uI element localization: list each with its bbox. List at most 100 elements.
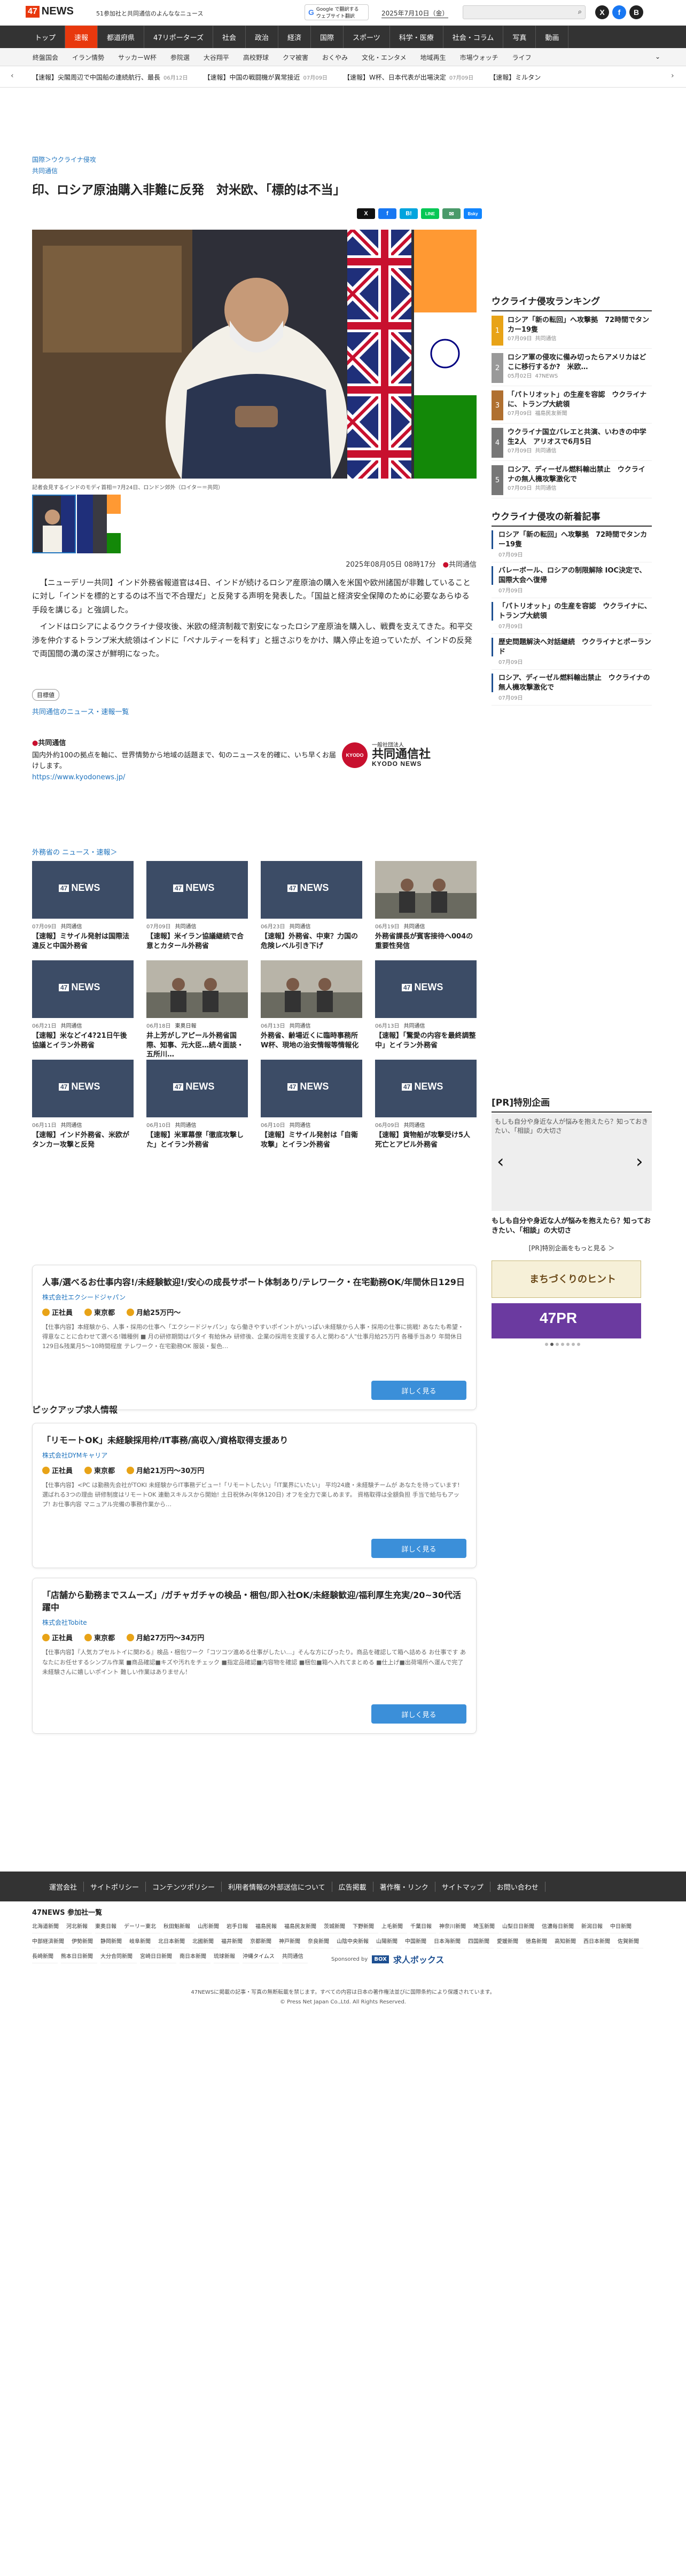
ranking-item[interactable]: 4 ウクライナ国立バレエと共演、いわきの中学生2人 アリオスで6月5日 07月09日… <box>492 424 652 461</box>
subnav-item-0[interactable]: 終盤国会 <box>26 48 65 66</box>
ticker-item[interactable]: 【速報】尖閣周辺で中国船の連続航行、最長 06月12日 <box>32 73 188 82</box>
hatena-icon[interactable]: B <box>629 5 643 19</box>
member-link[interactable]: 共同通信 <box>282 1948 308 1963</box>
subnav-item-1[interactable]: イラン情勢 <box>65 48 111 66</box>
facebook-icon[interactable]: f <box>612 5 626 19</box>
member-link[interactable]: 北國新聞 <box>192 1933 218 1948</box>
chevron-right-icon[interactable]: › <box>636 1151 643 1172</box>
member-link[interactable]: 沖縄タイムス <box>243 1948 279 1963</box>
job-detail-button[interactable]: 詳しく見る <box>371 1381 466 1400</box>
card-thumbnail[interactable] <box>375 861 477 919</box>
footer-link-2[interactable]: コンテンツポリシー <box>146 1881 222 1892</box>
member-link[interactable]: 高知新聞 <box>555 1933 580 1948</box>
article-source[interactable]: 共同通信 <box>32 166 477 175</box>
nav-item-3[interactable]: 47リポーターズ <box>144 26 213 48</box>
photo-thumbnail-1[interactable] <box>32 495 76 553</box>
job-company[interactable]: 株式会社Tobite <box>42 1618 466 1627</box>
nav-item-6[interactable]: 経済 <box>278 26 311 48</box>
card-thumbnail[interactable] <box>261 960 362 1018</box>
member-link[interactable]: 西日本新聞 <box>583 1933 614 1948</box>
search-icon[interactable]: ⌕ <box>578 8 582 16</box>
banner-47pr[interactable]: 47PR <box>492 1303 641 1338</box>
footer-link-0[interactable]: 運営会社 <box>43 1881 84 1892</box>
related-card[interactable]: 06月13日 共同通信 外務省、齢場近くに臨時事務所 W杯、現地の治安情報等情報化 <box>261 960 362 1050</box>
photo-thumbnail-2[interactable] <box>77 495 121 553</box>
related-card[interactable]: 47 NEWS 06月11日 共同通信 【速報】インド外務省、米欧がタンカー攻撃と反発 <box>32 1060 134 1149</box>
member-link[interactable]: 伊勢新聞 <box>72 1933 97 1948</box>
share-bluesky-icon[interactable]: Bsky <box>464 208 482 219</box>
footer-link-5[interactable]: 著作権・リンク <box>373 1881 435 1892</box>
nav-item-10[interactable]: 社会・コラム <box>443 26 504 48</box>
member-link[interactable]: 日本海新聞 <box>434 1933 465 1948</box>
ranking-item[interactable]: 3 「パトリオット」の生産を容認 ウクライナに、トランプ大統領 07月09日 福島民友… <box>492 386 652 424</box>
card-thumbnail[interactable]: 47 NEWS <box>261 1060 362 1117</box>
kyodo-news-list-link[interactable]: 共同通信のニュース・速報一覧 <box>32 706 129 716</box>
related-card[interactable]: 47 NEWS 06月10日 共同通信 【速報】米軍幕僚「徹底攻撃した」とイラン外務省 <box>146 1060 248 1149</box>
subnav-item-5[interactable]: 高校野球 <box>236 48 276 66</box>
member-link[interactable]: 北日本新聞 <box>158 1933 189 1948</box>
chevron-left-icon[interactable]: ‹ <box>11 72 14 80</box>
kyodo-url-link[interactable]: https://www.kyodonews.jp/ <box>32 773 477 781</box>
card-thumbnail[interactable] <box>146 960 248 1018</box>
nav-item-2[interactable]: 都道府県 <box>98 26 145 48</box>
share-facebook-icon[interactable]: f <box>378 208 396 219</box>
share-x-icon[interactable]: X <box>357 208 375 219</box>
card-thumbnail[interactable]: 47 NEWS <box>32 861 134 919</box>
member-link[interactable]: 中部経済新聞 <box>32 1933 68 1948</box>
member-link[interactable]: 東奥日報 <box>95 1919 121 1933</box>
related-card[interactable]: 47 NEWS 07月09日 共同通信 【速報】米イラン協議継続で合意とカタール外務省 <box>146 861 248 951</box>
job-detail-button[interactable]: 詳しく見る <box>371 1539 466 1558</box>
card-thumbnail[interactable]: 47 NEWS <box>146 861 248 919</box>
nav-item-7[interactable]: 国際 <box>311 26 344 48</box>
kyodo-logo[interactable]: KYODO 一般社団法人 共同通信社 KYODO NEWS <box>342 742 431 768</box>
subnav-item-8[interactable]: 文化・エンタメ <box>355 48 414 66</box>
job-detail-button[interactable]: 詳しく見る <box>371 1704 466 1724</box>
member-link[interactable]: 岐阜新聞 <box>129 1933 155 1948</box>
ticker-item[interactable]: 【速報】W杯、日本代表が出場決定 07月09日 <box>344 73 473 82</box>
latest-item[interactable]: ロシア、ディーゼル燃料輸出禁止 ウクライナの無人機攻撃激化で 07月09日 <box>492 670 652 706</box>
footer-link-6[interactable]: サイトマップ <box>435 1881 490 1892</box>
related-card[interactable]: 06月19日 共同通信 外務省課長が賓客接待へ004の重要性発信 <box>375 861 477 951</box>
google-translate-button[interactable]: G Google で翻訳する ウェブサイト翻訳 <box>305 4 369 20</box>
member-link[interactable]: 岩手日報 <box>227 1919 252 1933</box>
member-link[interactable]: 北海道新聞 <box>32 1919 63 1933</box>
footer-link-7[interactable]: お問い合わせ <box>490 1881 545 1892</box>
nav-item-5[interactable]: 政治 <box>246 26 278 48</box>
member-link[interactable]: 千葉日報 <box>410 1919 436 1933</box>
related-card[interactable]: 47 NEWS 06月13日 共同通信 【速報】「驚愛の内容を最終調整中」とイラン外務省 <box>375 960 477 1050</box>
member-link[interactable]: 神戸新聞 <box>279 1933 305 1948</box>
article-tag[interactable]: 目標値 <box>32 689 59 701</box>
share-hatena-icon[interactable]: B! <box>400 208 418 219</box>
ranking-item[interactable]: 1 ロシア「新の転回」へ攻撃拠 72時間でタンカー19隻 07月09日 共同通信 <box>492 311 652 349</box>
card-thumbnail[interactable]: 47 NEWS <box>375 1060 477 1117</box>
member-link[interactable]: 大分合同新聞 <box>100 1948 137 1963</box>
nav-item-1[interactable]: 速報 <box>65 26 98 48</box>
related-heading[interactable]: 外務省の ニュース・速報＞ <box>32 847 117 857</box>
related-card[interactable]: 47 NEWS 06月09日 共同通信 【速報】貨物船が攻撃受け5人死亡とアピル外務省 <box>375 1060 477 1149</box>
x-icon[interactable]: X <box>595 5 609 19</box>
member-link[interactable]: 奈良新聞 <box>308 1933 333 1948</box>
footer-link-3[interactable]: 利用者情報の外部送信について <box>222 1881 332 1892</box>
subnav-item-2[interactable]: サッカーW杯 <box>111 48 163 66</box>
nav-item-11[interactable]: 写真 <box>503 26 536 48</box>
pr-more-link[interactable]: [PR]特別企画をもっと見る ＞ <box>492 1243 652 1252</box>
related-card[interactable]: 47 NEWS 06月21日 共同通信 【速報】米などイ4?21日午後協議とイラン外務省 <box>32 960 134 1050</box>
member-link[interactable]: 山陽新聞 <box>376 1933 402 1948</box>
footer-link-4[interactable]: 広告掲載 <box>332 1881 373 1892</box>
related-card[interactable]: 47 NEWS 06月23日 共同通信 【速報】外務省、中東？力国の危険レベル引き下げ <box>261 861 362 951</box>
member-link[interactable]: デーリー東北 <box>124 1919 160 1933</box>
chevron-down-icon[interactable]: ⌄ <box>655 53 660 60</box>
related-card[interactable]: 47 NEWS 07月09日 共同通信 【速報】ミサイル発射は国際法違反と中国外務省 <box>32 861 134 951</box>
member-link[interactable]: 信濃毎日新聞 <box>542 1919 578 1933</box>
subnav-item-6[interactable]: クマ被害 <box>276 48 315 66</box>
subnav-item-11[interactable]: ライフ <box>505 48 539 66</box>
latest-item[interactable]: 「パトリオット」の生産を容認 ウクライナに、トランプ大統領 07月09日 <box>492 598 652 635</box>
member-link[interactable]: 宮崎日日新聞 <box>140 1948 176 1963</box>
member-link[interactable]: 徳島新聞 <box>526 1933 551 1948</box>
member-link[interactable]: 福井新聞 <box>221 1933 247 1948</box>
ticker-item[interactable]: 【速報】ミルタン <box>489 73 544 82</box>
card-thumbnail[interactable]: 47 NEWS <box>261 861 362 919</box>
member-link[interactable]: 京都新聞 <box>250 1933 276 1948</box>
nav-item-9[interactable]: 科学・医療 <box>390 26 443 48</box>
share-mail-icon[interactable]: ✉ <box>442 208 461 219</box>
